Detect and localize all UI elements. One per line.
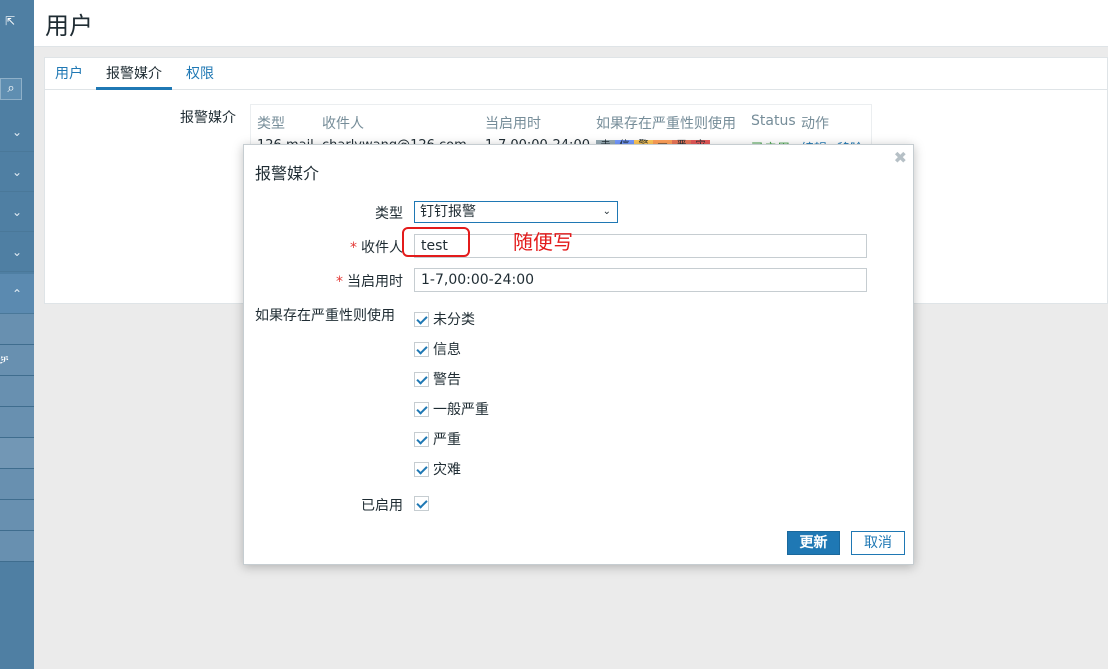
required-marker: *	[350, 240, 357, 256]
sidebar-menu-monitoring[interactable]: ⌄	[0, 112, 34, 152]
type-select[interactable]: 钉钉报警 ⌄	[414, 201, 618, 223]
col-type: 类型	[257, 116, 285, 132]
close-icon[interactable]: ✖	[894, 148, 907, 167]
sidebar-collapse-button[interactable]: ⇱	[0, 0, 34, 46]
annotation-highlight-box	[402, 227, 470, 257]
page-title: 用户	[45, 12, 93, 40]
sidebar-menu-administration[interactable]: ⌃	[0, 274, 34, 314]
sidebar-menu-inventory[interactable]: ⌄	[0, 152, 34, 192]
type-select-value: 钉钉报警	[420, 204, 476, 220]
annotation-text: 随便写	[513, 230, 573, 254]
severity-label: 如果存在严重性则使用	[255, 308, 395, 324]
checkbox-checked[interactable]	[414, 341, 429, 357]
enabled-label: 已启用	[361, 498, 403, 514]
media-field-label: 报警媒介	[180, 110, 236, 126]
severity-checkbox-row[interactable]: 未分类	[414, 309, 475, 328]
dialog-title: 报警媒介	[255, 164, 320, 183]
sidebar-menu-configuration[interactable]: ⌄	[0, 232, 34, 272]
when-active-label: * 当启用时	[336, 271, 403, 291]
media-dialog: 报警媒介 ✖ 类型 钉钉报警 ⌄ * 收件人 test * 当启用时 1-7,00:…	[243, 144, 914, 565]
col-status: Status	[751, 113, 796, 129]
recipient-input[interactable]: test	[414, 234, 867, 258]
tab-media[interactable]: 报警媒介	[96, 64, 172, 90]
recipient-label-text: 收件人	[361, 240, 403, 256]
col-recipient: 收件人	[322, 116, 364, 132]
severity-option: 未分类	[433, 312, 475, 328]
tab-bar: 用户 报警媒介 权限	[45, 58, 1107, 90]
when-active-label-text: 当启用时	[347, 274, 403, 290]
severity-option: 信息	[433, 342, 461, 358]
severity-option: 警告	[433, 372, 461, 388]
tab-user[interactable]: 用户	[45, 64, 93, 90]
tab-permissions[interactable]: 权限	[176, 64, 224, 90]
sidebar-subitem-glyph: ቻ	[0, 353, 9, 366]
media-table: 类型 收件人 当启用时 如果存在严重性则使用 Status 动作 126 mai…	[250, 104, 872, 148]
sidebar-subitem-active[interactable]	[0, 438, 34, 469]
col-when-active: 当启用时	[485, 116, 541, 132]
checkbox-checked[interactable]	[414, 431, 429, 447]
severity-checkbox-row[interactable]: 灾难	[414, 459, 461, 478]
when-active-input[interactable]: 1-7,00:00-24:00	[414, 268, 867, 292]
severity-checkbox-row[interactable]: 警告	[414, 369, 461, 388]
checkbox-checked[interactable]	[414, 461, 429, 477]
enabled-checkbox[interactable]	[414, 495, 429, 511]
checkbox-checked[interactable]	[414, 401, 429, 417]
severity-checkbox-row[interactable]: 一般严重	[414, 399, 489, 418]
sidebar-subitem[interactable]	[0, 469, 34, 500]
search-icon[interactable]: ⌕	[0, 78, 22, 100]
severity-checkbox-row[interactable]: 严重	[414, 429, 461, 448]
sidebar-subitem[interactable]: ቻ	[0, 345, 34, 376]
page-header: 用户	[34, 0, 1108, 47]
sidebar-menu-reports[interactable]: ⌄	[0, 192, 34, 232]
severity-option: 严重	[433, 432, 461, 448]
recipient-label: * 收件人	[350, 237, 403, 257]
required-marker: *	[336, 274, 343, 290]
severity-checkbox-row[interactable]: 信息	[414, 339, 461, 358]
severity-option: 一般严重	[433, 402, 489, 418]
checkbox-checked[interactable]	[414, 311, 429, 327]
collapse-icon: ⇱	[5, 14, 16, 28]
sidebar-subitem[interactable]	[0, 500, 34, 531]
col-action: 动作	[801, 116, 829, 132]
update-button[interactable]: 更新	[787, 531, 840, 555]
cancel-button[interactable]: 取消	[851, 531, 905, 555]
sidebar: ⇱ ⌕ ⌄ ⌄ ⌄ ⌄ ⌃ ቻ	[0, 0, 34, 669]
sidebar-subitem[interactable]	[0, 407, 34, 438]
type-label: 类型	[375, 206, 403, 222]
enabled-checkbox-row[interactable]	[414, 495, 433, 513]
col-severity: 如果存在严重性则使用	[596, 116, 736, 132]
sidebar-subitem[interactable]	[0, 376, 34, 407]
checkbox-checked[interactable]	[414, 371, 429, 387]
sidebar-subitem[interactable]	[0, 314, 34, 345]
severity-option: 灾难	[433, 462, 461, 478]
chevron-down-icon: ⌄	[602, 206, 611, 217]
sidebar-subitem[interactable]	[0, 531, 34, 562]
